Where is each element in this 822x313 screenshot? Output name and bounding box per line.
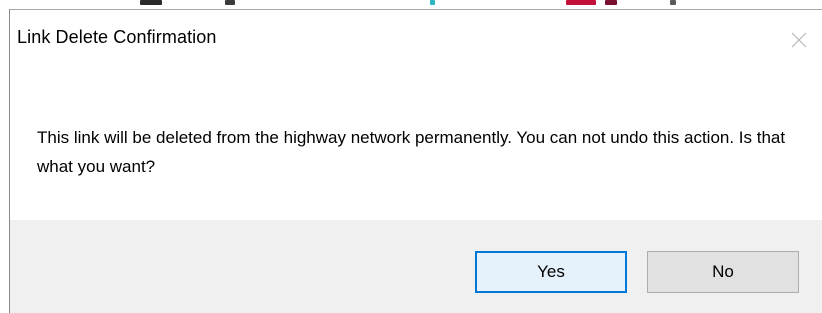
- link-delete-confirmation-dialog: Link Delete Confirmation This link will …: [9, 9, 822, 313]
- yes-button[interactable]: Yes: [475, 251, 627, 293]
- screen: Link Delete Confirmation This link will …: [0, 0, 822, 313]
- background-mark: [430, 0, 435, 5]
- dialog-message: This link will be deleted from the highw…: [37, 128, 786, 176]
- background-mark: [566, 0, 596, 5]
- background-mark: [225, 0, 235, 5]
- no-button[interactable]: No: [647, 251, 799, 293]
- dialog-title: Link Delete Confirmation: [17, 27, 217, 47]
- background-mark: [605, 0, 617, 5]
- dialog-content: This link will be deleted from the highw…: [10, 72, 822, 230]
- dialog-titlebar[interactable]: Link Delete Confirmation: [10, 10, 822, 72]
- background-mark: [140, 0, 162, 5]
- close-icon: [790, 31, 808, 49]
- dialog-footer: Yes No: [10, 220, 822, 313]
- background-mark: [670, 0, 676, 5]
- close-button[interactable]: [776, 18, 822, 62]
